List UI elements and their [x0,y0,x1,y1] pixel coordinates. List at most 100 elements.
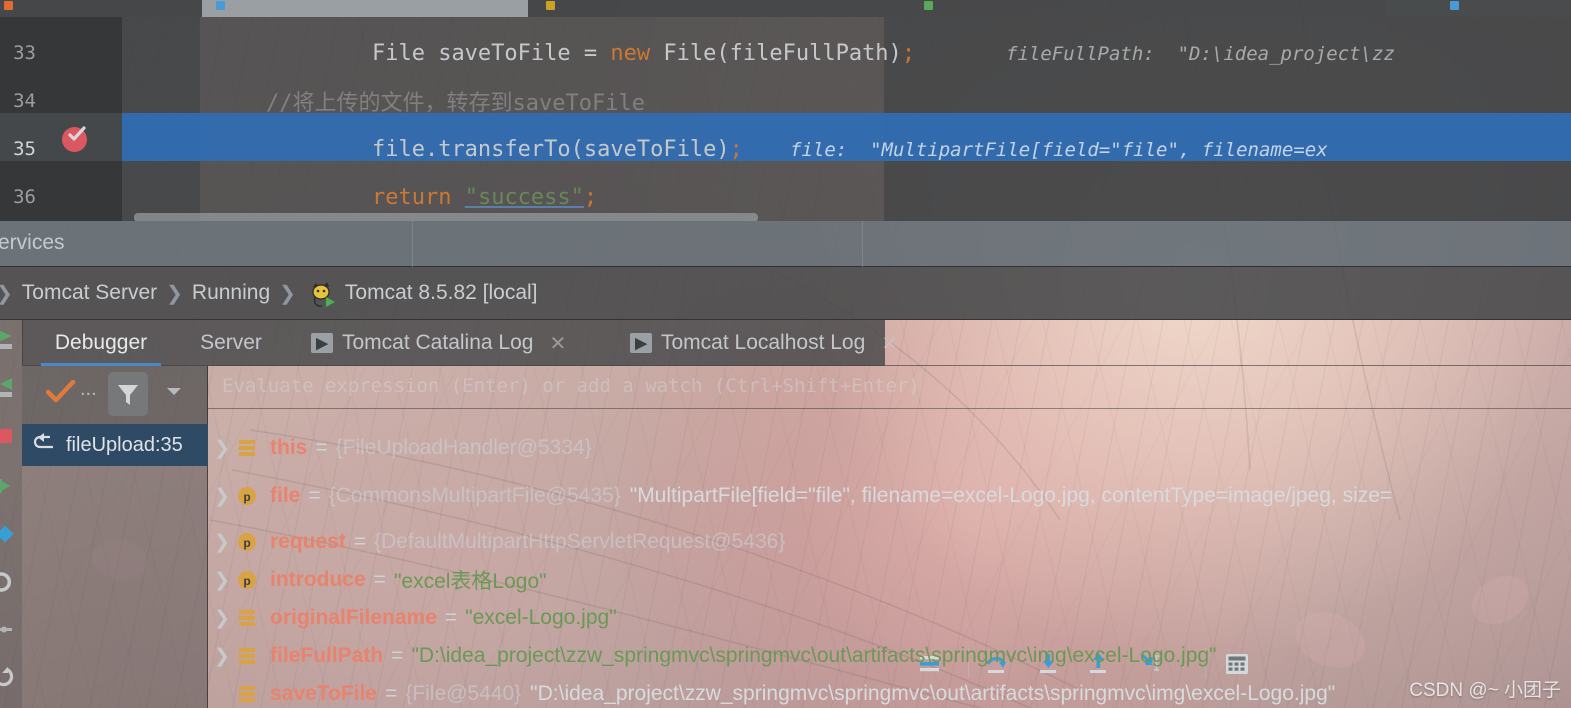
editor-tab-active[interactable] [202,0,528,17]
tab-debugger-label: Debugger [54,331,148,354]
filter-icon[interactable] [108,372,148,416]
variable-name: fileFullPath [270,644,384,667]
inline-parameter-hint: file: "MultipartFile[field="file", filen… [790,139,1328,161]
tab-tomcat-localhost-log-label: Tomcat Localhost Log [661,331,866,354]
variable-name: saveToFile [270,682,377,705]
tab-server-label: Server [200,331,262,354]
frame-item-label: fileUpload:35 [66,433,183,456]
view-breakpoints-icon[interactable] [0,524,22,546]
variable-row[interactable]: ❯ fileFullPath = "D:\idea_project\zzw_sp… [208,637,1571,675]
expand-chevron-icon[interactable]: ❯ [208,485,236,508]
line-number: 35 [13,138,36,160]
step-over-frame-icon[interactable] [0,476,22,498]
code-line: 33 File saveToFile = new File(fileFullPa… [0,29,1571,77]
variable-row[interactable]: ❯ p introduce = "excel表格Logo" [208,561,1571,599]
settings-icon[interactable] [0,620,22,642]
expand-chevron-icon[interactable]: ❯ [208,437,236,460]
variable-name: this [270,436,308,459]
frames-panel[interactable]: fileUpload:35 [22,424,208,708]
parameter-icon: p [236,485,262,507]
variable-reference: {FileUploadHandler@5334} [335,436,592,459]
restore-layout-icon[interactable] [0,666,22,688]
threads-checkmark-icon[interactable] [45,379,76,411]
return-arrow-icon [32,431,58,459]
tab-tomcat-catalina-log[interactable]: ▶ Tomcat Catalina Log ✕ [297,320,580,366]
equals-sign: = [444,606,458,629]
variable-row[interactable]: ❯ p file = {CommonsMultipartFile@5435} "… [208,477,1571,515]
editor-tab-strip[interactable] [0,0,1571,17]
variable-value: "D:\idea_project\zzw_springmvc\springmvc… [530,682,1336,705]
code-line-executing: 35 file.transferTo(saveToFile); file: "M… [0,125,1571,173]
expand-chevron-icon[interactable]: ❯ [208,645,236,668]
frames-more-label[interactable]: ... [80,378,97,401]
variables-panel[interactable]: ❯ this = {FileUploadHandler@5334} ❯ p fi… [208,408,1571,708]
variable-row[interactable]: ❯ saveToFile = {File@5440} "D:\idea_proj… [208,675,1571,708]
variable-row[interactable]: ❯ this = {FileUploadHandler@5334} [208,429,1571,467]
inline-parameter-hint: fileFullPath: "D:\idea_project\zz [1006,43,1395,65]
close-icon[interactable]: ✕ [549,331,566,356]
line-number: 34 [13,90,36,112]
watermark: CSDN @~ 小团子 [1409,680,1561,701]
pause-program-icon[interactable] [0,376,22,398]
variable-reference: {CommonsMultipartFile@5435} [328,484,621,507]
expand-chevron-icon[interactable]: ❯ [208,531,236,554]
mute-breakpoints-icon[interactable] [0,572,22,594]
field-icon [236,607,262,629]
expand-chevron-icon[interactable]: ❯ [208,607,236,630]
editor-tab-icon-4 [924,1,933,10]
breadcrumb-item-server-type[interactable]: Tomcat Server [22,281,157,305]
evaluate-expression-bar[interactable]: Evaluate expression (Enter) or add a wat… [208,366,1571,408]
svg-text:p: p [243,536,250,550]
breadcrumb-item-runtime[interactable]: Tomcat 8.5.82 [local] [345,281,538,305]
equals-sign: = [315,436,328,459]
resume-program-icon[interactable] [0,328,22,350]
close-icon[interactable]: ✕ [881,331,898,356]
variable-name: file [270,484,301,507]
services-title: Services [0,231,65,254]
evaluate-expression-placeholder: Evaluate expression (Enter) or add a wat… [222,375,920,397]
equals-sign: = [373,568,386,591]
frames-toolbar: ... [22,366,208,424]
debug-tab-bar[interactable]: Debugger Server ▶ Tomcat Catalina Log ✕ … [22,320,1571,678]
header-divider [862,221,863,267]
tab-tomcat-localhost-log[interactable]: ▶ Tomcat Localhost Log ✕ [616,320,912,366]
header-divider [412,221,413,267]
variable-reference: {DefaultMultipartHttpServletRequest@5436… [374,530,786,553]
parameter-icon: p [236,569,262,591]
editor-tab-overflow[interactable] [1385,0,1571,17]
editor-horizontal-scrollbar[interactable] [134,213,758,221]
variable-value: "D:\idea_project\zzw_springmvc\springmvc… [411,644,1217,667]
expand-chevron-icon[interactable]: ❯ [208,569,236,592]
tab-debugger[interactable]: Debugger [41,320,161,366]
variable-name: originalFilename [270,606,437,629]
services-toolwindow-header: Services [0,221,1571,267]
ide-window: 33 File saveToFile = new File(fileFullPa… [0,0,1571,708]
code-text: return "success"; [371,184,598,210]
chevron-right-icon: ❯ [166,282,183,305]
tab-tomcat-catalina-log-label: Tomcat Catalina Log [342,331,534,354]
chevron-right-icon: ❯ [279,282,296,305]
equals-sign: = [353,530,367,553]
svg-text:p: p [243,490,250,504]
variable-row[interactable]: ❯ p request = {DefaultMultipartHttpServl… [208,523,1571,561]
parameter-icon: p [236,531,262,553]
equals-sign: = [308,484,321,507]
code-line: 34 //将上传的文件，转存到saveToFile [0,77,1571,125]
variable-row[interactable]: ❯ originalFilename = "excel-Logo.jpg" [208,599,1571,637]
equals-sign: = [385,682,398,705]
editor-tab-icon-5 [1450,1,1459,10]
code-editor[interactable]: 33 File saveToFile = new File(fileFullPa… [0,17,1571,221]
chevron-down-icon[interactable] [164,384,184,403]
editor-tab-icon-2 [216,1,225,10]
tomcat-cat-icon [307,281,337,309]
variable-value: "MultipartFile[field="file", filename=ex… [629,484,1393,507]
equals-sign: = [391,644,404,667]
variable-value: "excel-Logo.jpg" [465,606,617,629]
breadcrumb: ❯ Tomcat Server ❯ Running ❯ Tomcat 8.5.8… [0,267,1571,320]
stop-icon[interactable] [0,426,22,448]
tab-server[interactable]: Server [181,320,281,366]
svg-text:p: p [243,574,250,588]
frame-item-selected[interactable]: fileUpload:35 [22,424,208,466]
breadcrumb-item-status[interactable]: Running [192,281,270,305]
variable-reference: {File@5440} [405,682,522,705]
